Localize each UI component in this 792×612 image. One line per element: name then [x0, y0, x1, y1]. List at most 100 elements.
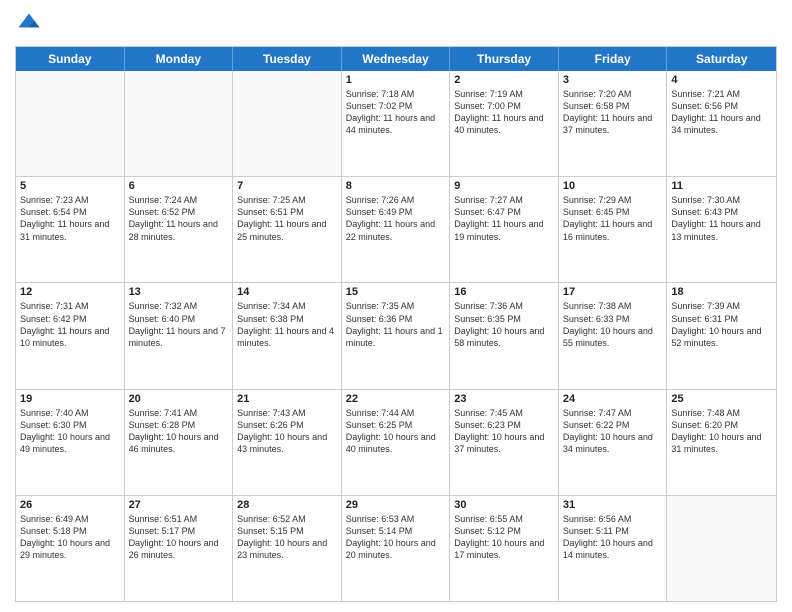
calendar-cell: 8 Sunrise: 7:26 AM Sunset: 6:49 PM Daylig…	[342, 177, 451, 282]
day-info: Sunrise: 7:29 AM Sunset: 6:45 PM Dayligh…	[563, 194, 663, 243]
calendar-row-3: 19 Sunrise: 7:40 AM Sunset: 6:30 PM Dayli…	[16, 390, 776, 496]
calendar-cell: 21Sunrise: 7:43 AM Sunset: 6:26 PM Dayli…	[233, 390, 342, 495]
day-number: 2	[454, 74, 554, 86]
day-info: Sunrise: 7:39 AM Sunset: 6:31 PM Dayligh…	[671, 300, 772, 349]
day-info: Sunrise: 7:24 AM Sunset: 6:52 PM Dayligh…	[129, 194, 229, 243]
day-number: 16	[454, 286, 554, 298]
day-info: Sunrise: 7:43 AM Sunset: 6:26 PM Dayligh…	[237, 407, 337, 456]
calendar-cell	[667, 496, 776, 601]
calendar-cell: 17 Sunrise: 7:38 AM Sunset: 6:33 PM Dayli…	[559, 283, 668, 388]
calendar-cell: 18 Sunrise: 7:39 AM Sunset: 6:31 PM Dayli…	[667, 283, 776, 388]
calendar-cell: 7 Sunrise: 7:25 AM Sunset: 6:51 PM Daylig…	[233, 177, 342, 282]
day-number: 27	[129, 499, 229, 511]
day-info: Sunrise: 7:35 AM Sunset: 6:36 PM Dayligh…	[346, 300, 446, 349]
day-number: 30	[454, 499, 554, 511]
calendar-cell: 24 Sunrise: 7:47 AM Sunset: 6:22 PM Dayli…	[559, 390, 668, 495]
calendar-cell: 2 Sunrise: 7:19 AM Sunset: 7:00 PM Daylig…	[450, 71, 559, 176]
day-info: Sunrise: 7:18 AM Sunset: 7:02 PM Dayligh…	[346, 88, 446, 137]
day-number: 24	[563, 393, 663, 405]
day-number: 8	[346, 180, 446, 192]
day-number: 9	[454, 180, 554, 192]
day-number: 20	[129, 393, 229, 405]
day-info: Sunrise: 7:40 AM Sunset: 6:30 PM Dayligh…	[20, 407, 120, 456]
day-info: Sunrise: 7:31 AM Sunset: 6:42 PM Dayligh…	[20, 300, 120, 349]
weekday-header-saturday: Saturday	[667, 47, 776, 71]
day-number: 15	[346, 286, 446, 298]
calendar-cell	[125, 71, 234, 176]
calendar-cell: 16 Sunrise: 7:36 AM Sunset: 6:35 PM Dayli…	[450, 283, 559, 388]
day-number: 23	[454, 393, 554, 405]
calendar-cell: 23Sunrise: 7:45 AM Sunset: 6:23 PM Dayli…	[450, 390, 559, 495]
day-number: 13	[129, 286, 229, 298]
day-number: 31	[563, 499, 663, 511]
day-number: 1	[346, 74, 446, 86]
calendar-cell: 20 Sunrise: 7:41 AM Sunset: 6:28 PM Dayli…	[125, 390, 234, 495]
day-number: 25	[671, 393, 772, 405]
day-info: Sunrise: 7:25 AM Sunset: 6:51 PM Dayligh…	[237, 194, 337, 243]
day-info: Sunrise: 7:48 AM Sunset: 6:20 PM Dayligh…	[671, 407, 772, 456]
day-info: Sunrise: 7:26 AM Sunset: 6:49 PM Dayligh…	[346, 194, 446, 243]
day-number: 17	[563, 286, 663, 298]
calendar-cell: 15 Sunrise: 7:35 AM Sunset: 6:36 PM Dayli…	[342, 283, 451, 388]
weekday-header-friday: Friday	[559, 47, 668, 71]
day-number: 12	[20, 286, 120, 298]
day-number: 11	[671, 180, 772, 192]
calendar-cell: 1 Sunrise: 7:18 AM Sunset: 7:02 PM Daylig…	[342, 71, 451, 176]
day-info: Sunrise: 6:52 AM Sunset: 5:15 PM Dayligh…	[237, 513, 337, 562]
day-number: 3	[563, 74, 663, 86]
calendar-cell: 13Sunrise: 7:32 AM Sunset: 6:40 PM Dayli…	[125, 283, 234, 388]
calendar-cell: 4Sunrise: 7:21 AM Sunset: 6:56 PM Daylig…	[667, 71, 776, 176]
calendar-cell: 11 Sunrise: 7:30 AM Sunset: 6:43 PM Dayli…	[667, 177, 776, 282]
calendar-cell: 12 Sunrise: 7:31 AM Sunset: 6:42 PM Dayli…	[16, 283, 125, 388]
day-info: Sunrise: 6:51 AM Sunset: 5:17 PM Dayligh…	[129, 513, 229, 562]
day-info: Sunrise: 7:47 AM Sunset: 6:22 PM Dayligh…	[563, 407, 663, 456]
weekday-header-wednesday: Wednesday	[342, 47, 451, 71]
day-info: Sunrise: 6:53 AM Sunset: 5:14 PM Dayligh…	[346, 513, 446, 562]
calendar-cell: 9 Sunrise: 7:27 AM Sunset: 6:47 PM Daylig…	[450, 177, 559, 282]
header	[15, 10, 777, 38]
day-info: Sunrise: 7:21 AM Sunset: 6:56 PM Dayligh…	[671, 88, 772, 137]
day-number: 18	[671, 286, 772, 298]
weekday-header-monday: Monday	[125, 47, 234, 71]
calendar-cell: 19 Sunrise: 7:40 AM Sunset: 6:30 PM Dayli…	[16, 390, 125, 495]
day-number: 26	[20, 499, 120, 511]
logo	[15, 10, 45, 38]
day-info: Sunrise: 7:44 AM Sunset: 6:25 PM Dayligh…	[346, 407, 446, 456]
weekday-header-sunday: Sunday	[16, 47, 125, 71]
calendar-header: SundayMondayTuesdayWednesdayThursdayFrid…	[16, 47, 776, 71]
calendar-cell	[233, 71, 342, 176]
calendar-cell: 6Sunrise: 7:24 AM Sunset: 6:52 PM Daylig…	[125, 177, 234, 282]
day-info: Sunrise: 7:23 AM Sunset: 6:54 PM Dayligh…	[20, 194, 120, 243]
day-number: 19	[20, 393, 120, 405]
day-info: Sunrise: 7:30 AM Sunset: 6:43 PM Dayligh…	[671, 194, 772, 243]
weekday-header-thursday: Thursday	[450, 47, 559, 71]
calendar-row-0: 1 Sunrise: 7:18 AM Sunset: 7:02 PM Daylig…	[16, 71, 776, 177]
day-number: 7	[237, 180, 337, 192]
logo-icon	[15, 10, 43, 38]
day-info: Sunrise: 7:20 AM Sunset: 6:58 PM Dayligh…	[563, 88, 663, 137]
page: SundayMondayTuesdayWednesdayThursdayFrid…	[0, 0, 792, 612]
day-info: Sunrise: 7:19 AM Sunset: 7:00 PM Dayligh…	[454, 88, 554, 137]
calendar-cell: 30 Sunrise: 6:55 AM Sunset: 5:12 PM Dayli…	[450, 496, 559, 601]
day-number: 10	[563, 180, 663, 192]
calendar: SundayMondayTuesdayWednesdayThursdayFrid…	[15, 46, 777, 602]
day-info: Sunrise: 7:41 AM Sunset: 6:28 PM Dayligh…	[129, 407, 229, 456]
day-info: Sunrise: 6:55 AM Sunset: 5:12 PM Dayligh…	[454, 513, 554, 562]
day-number: 5	[20, 180, 120, 192]
weekday-header-tuesday: Tuesday	[233, 47, 342, 71]
day-number: 14	[237, 286, 337, 298]
day-info: Sunrise: 7:27 AM Sunset: 6:47 PM Dayligh…	[454, 194, 554, 243]
calendar-cell: 5 Sunrise: 7:23 AM Sunset: 6:54 PM Daylig…	[16, 177, 125, 282]
calendar-row-4: 26Sunrise: 6:49 AM Sunset: 5:18 PM Dayli…	[16, 496, 776, 601]
day-number: 22	[346, 393, 446, 405]
calendar-cell: 28Sunrise: 6:52 AM Sunset: 5:15 PM Dayli…	[233, 496, 342, 601]
calendar-cell: 29 Sunrise: 6:53 AM Sunset: 5:14 PM Dayli…	[342, 496, 451, 601]
day-info: Sunrise: 7:38 AM Sunset: 6:33 PM Dayligh…	[563, 300, 663, 349]
calendar-cell: 25 Sunrise: 7:48 AM Sunset: 6:20 PM Dayli…	[667, 390, 776, 495]
day-number: 29	[346, 499, 446, 511]
calendar-cell: 14 Sunrise: 7:34 AM Sunset: 6:38 PM Dayli…	[233, 283, 342, 388]
day-info: Sunrise: 7:36 AM Sunset: 6:35 PM Dayligh…	[454, 300, 554, 349]
day-info: Sunrise: 7:34 AM Sunset: 6:38 PM Dayligh…	[237, 300, 337, 349]
calendar-cell: 31Sunrise: 6:56 AM Sunset: 5:11 PM Dayli…	[559, 496, 668, 601]
calendar-cell: 26Sunrise: 6:49 AM Sunset: 5:18 PM Dayli…	[16, 496, 125, 601]
